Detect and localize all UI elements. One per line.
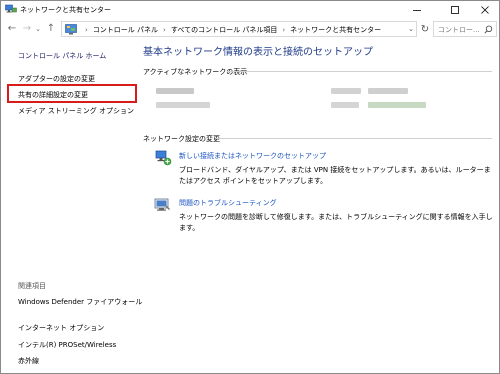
change-settings-heading: ネットワーク設定の変更	[143, 135, 220, 143]
breadcrumb-control-panel[interactable]: コントロール パネル	[93, 25, 158, 35]
maximize-button[interactable]	[441, 1, 469, 19]
network-sharing-center-window: ネットワークと共有センター ← → ⌄ ↑ › コントロール パネル › すべて…	[0, 0, 500, 374]
section-divider	[227, 71, 492, 72]
troubleshoot-link[interactable]: 問題のトラブルシューティング	[179, 198, 277, 208]
minimize-icon	[413, 10, 421, 11]
refresh-button[interactable]: ↻	[419, 23, 431, 35]
troubleshoot-description: ネットワークの問題を診断して修復します。または、トラブルシューティングに関する情…	[179, 213, 493, 232]
connections-label-redacted	[331, 102, 359, 108]
arrow-left-icon: ←	[7, 23, 17, 34]
address-dropdown-icon[interactable]: ⌄	[408, 25, 414, 33]
title-bar: ネットワークと共有センター	[1, 1, 499, 19]
network-setup-icon	[155, 150, 172, 166]
highlight-box	[7, 84, 137, 103]
address-bar[interactable]: › コントロール パネル › すべてのコントロール パネル項目 › ネットワーク…	[61, 21, 417, 37]
refresh-icon: ↻	[420, 23, 430, 35]
network-type-redacted	[156, 102, 210, 108]
breadcrumb: › コントロール パネル › すべてのコントロール パネル項目 › ネットワーク…	[80, 25, 381, 35]
up-button[interactable]: ↑	[45, 22, 57, 35]
sidebar: コントロール パネル ホーム アダプターの設定の変更 共有の詳細設定の変更 メデ…	[1, 39, 142, 373]
recent-locations-button[interactable]: ⌄	[34, 22, 42, 35]
control-panel-icon	[65, 24, 77, 35]
navigation-bar: ← → ⌄ ↑ › コントロール パネル › すべてのコントロール パネル項目 …	[1, 19, 499, 39]
see-also-infrared[interactable]: 赤外線	[18, 356, 39, 366]
breadcrumb-separator: ›	[163, 26, 166, 34]
access-type-label-redacted	[331, 88, 361, 94]
back-button[interactable]: ←	[6, 22, 18, 35]
arrow-right-icon: →	[22, 23, 32, 34]
see-also-firewall[interactable]: Windows Defender ファイアウォール	[18, 297, 142, 307]
window-title: ネットワークと共有センター	[20, 6, 111, 14]
search-icon	[484, 25, 493, 34]
connection-link-redacted	[368, 102, 426, 108]
close-button[interactable]	[471, 1, 499, 19]
sidebar-item-adapter-settings[interactable]: アダプターの設定の変更	[18, 74, 95, 84]
see-also-proset-wireless[interactable]: インテル(R) PROSet/Wireless	[18, 340, 116, 350]
active-networks-heading: アクティブなネットワークの表示	[143, 68, 248, 76]
sidebar-item-media-streaming[interactable]: メディア ストリーミング オプション	[18, 106, 134, 116]
close-icon	[481, 6, 489, 14]
new-connection-description: ブロードバンド、ダイヤルアップ、または VPN 接続をセットアップします。あるい…	[179, 166, 491, 185]
search-placeholder: コントロー...	[438, 26, 480, 34]
breadcrumb-separator: ›	[85, 26, 88, 34]
arrow-up-icon: ↑	[46, 23, 56, 34]
breadcrumb-network-center[interactable]: ネットワークと共有センター	[290, 25, 381, 35]
troubleshoot-icon	[154, 198, 170, 211]
breadcrumb-all-items[interactable]: すべてのコントロール パネル項目	[171, 25, 277, 35]
see-also-internet-options[interactable]: インターネット オプション	[18, 323, 104, 333]
breadcrumb-separator: ›	[282, 26, 286, 34]
new-connection-link[interactable]: 新しい接続またはネットワークのセットアップ	[179, 151, 326, 161]
main-content: 基本ネットワーク情報の表示と接続のセットアップ アクティブなネットワークの表示 …	[136, 39, 499, 373]
page-title: 基本ネットワーク情報の表示と接続のセットアップ	[143, 47, 373, 58]
maximize-icon	[451, 6, 459, 14]
chevron-down-icon: ⌄	[35, 24, 41, 33]
see-also-heading: 関連項目	[18, 282, 46, 290]
network-name-redacted	[156, 88, 194, 94]
access-type-value-redacted	[368, 88, 408, 94]
search-box[interactable]: コントロー...	[433, 21, 497, 37]
section-divider	[216, 138, 492, 139]
sidebar-control-panel-home[interactable]: コントロール パネル ホーム	[18, 51, 106, 61]
forward-button[interactable]: →	[21, 22, 33, 35]
network-center-icon	[5, 4, 17, 13]
minimize-button[interactable]	[403, 1, 431, 19]
